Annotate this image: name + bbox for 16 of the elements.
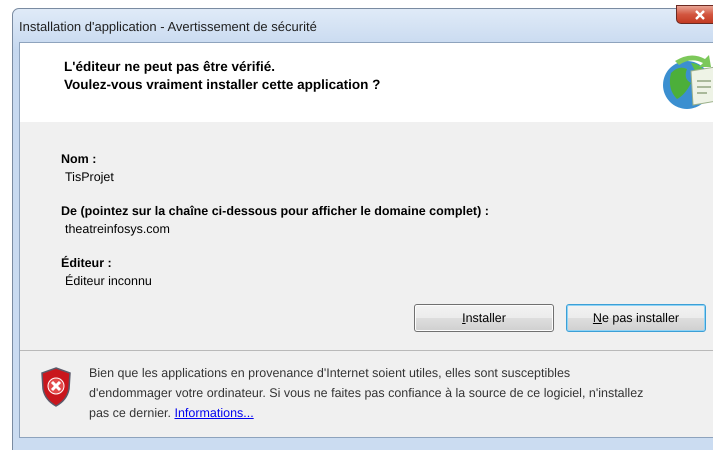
header-text: L'éditeur ne peut pas être vérifié. (64, 59, 276, 74)
install-button[interactable]: Installer (414, 304, 554, 332)
info-link[interactable]: Informations... (174, 406, 254, 420)
field-label: Nom : (61, 152, 98, 166)
field-value: Éditeur inconnu (64, 274, 153, 288)
field-value: theatreinfosys.com (64, 222, 171, 236)
header-text: Voulez-vous vraiment installer cette application ? (64, 77, 380, 92)
close-icon (694, 10, 706, 20)
shield-icon (41, 367, 71, 407)
close-button[interactable] (676, 5, 713, 24)
field-label: De (pointez sur la chaîne ci-dessous pour afficher le domaine complet) : (61, 204, 490, 218)
field-label: Éditeur : (61, 256, 113, 270)
cancel-button[interactable]: Ne pas installer (566, 304, 706, 332)
warning-text: Bien que les applications en provenance d'Internet soient utiles, elles sont susceptibles d'endommager votre ordinateur. Si vous ne faites pas confiance à la source de ce logiciel, n'installez pas ce dernier. Informations... (89, 365, 644, 422)
field-value: TisProjet (64, 170, 115, 184)
window-title: Installation d'application - Avertissement de sécurité (19, 19, 317, 34)
